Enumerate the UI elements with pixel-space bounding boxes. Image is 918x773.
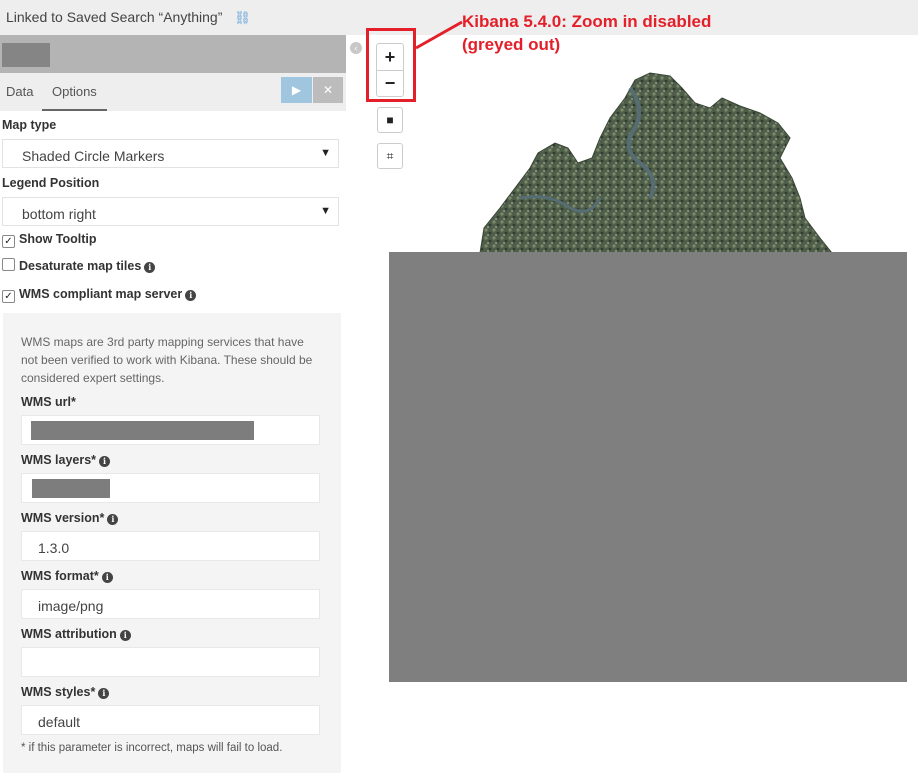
info-icon: i bbox=[101, 572, 113, 583]
wms-compliant-label: WMS compliant map server bbox=[19, 287, 183, 301]
annotation-line-1: Kibana 5.4.0: Zoom in disabled bbox=[462, 12, 712, 31]
collapse-sidebar-icon[interactable]: ‹ bbox=[350, 42, 362, 54]
info-icon: i bbox=[185, 290, 197, 301]
chevron-down-icon: ▼ bbox=[320, 205, 331, 217]
annotation-highlight-box bbox=[366, 28, 416, 102]
wms-styles-label: WMS styles* i bbox=[21, 685, 110, 699]
wms-attribution-label: WMS attribution i bbox=[21, 627, 131, 641]
wms-format-input[interactable]: image/png bbox=[21, 589, 320, 619]
redacted-value bbox=[31, 421, 254, 440]
linked-search-text: Linked to Saved Search “Anything” bbox=[6, 9, 223, 25]
map-type-select[interactable]: Shaded Circle Markers ▼ bbox=[2, 139, 339, 168]
map-tiles bbox=[479, 72, 834, 254]
crop-icon: ⌗ bbox=[386, 149, 394, 163]
info-icon: i bbox=[119, 630, 131, 641]
desaturate-option[interactable]: Desaturate map tiles i bbox=[2, 258, 156, 273]
wms-styles-input[interactable]: default bbox=[21, 705, 320, 735]
info-icon: i bbox=[107, 514, 119, 525]
redacted-title bbox=[2, 43, 50, 67]
vis-title-bar bbox=[0, 35, 346, 73]
wms-layers-label: WMS layers* i bbox=[21, 453, 111, 467]
wms-version-label: WMS version* i bbox=[21, 511, 119, 525]
wms-footnote: * if this parameter is incorrect, maps w… bbox=[21, 742, 283, 754]
fit-bounds-button[interactable]: ⌗ bbox=[377, 143, 403, 169]
wms-attribution-input[interactable] bbox=[21, 647, 320, 677]
wms-url-input[interactable] bbox=[21, 415, 320, 445]
wms-compliant-checkbox[interactable]: ✓ bbox=[2, 290, 15, 303]
tab-data[interactable]: Data bbox=[6, 84, 33, 99]
legend-position-value: bottom right bbox=[22, 206, 96, 222]
wms-compliant-option[interactable]: ✓ WMS compliant map server i bbox=[2, 287, 197, 303]
wms-description: WMS maps are 3rd party mapping services … bbox=[21, 335, 313, 385]
desaturate-label: Desaturate map tiles bbox=[19, 259, 142, 273]
apply-changes-button[interactable]: ▶ bbox=[281, 77, 312, 103]
draw-rectangle-button[interactable]: ■ bbox=[377, 107, 403, 133]
map-type-value: Shaded Circle Markers bbox=[22, 148, 165, 164]
show-tooltip-option[interactable]: ✓ Show Tooltip bbox=[2, 232, 97, 248]
info-icon: i bbox=[98, 688, 110, 699]
square-icon: ■ bbox=[386, 113, 394, 127]
show-tooltip-checkbox[interactable]: ✓ bbox=[2, 235, 15, 248]
discard-changes-button[interactable]: ✕ bbox=[313, 77, 343, 103]
annotation-text: Kibana 5.4.0: Zoom in disabled (greyed o… bbox=[462, 10, 711, 56]
info-icon: i bbox=[144, 262, 156, 273]
annotation-line-2: (greyed out) bbox=[462, 35, 561, 54]
info-icon: i bbox=[99, 456, 111, 467]
annotation-pointer-line bbox=[415, 20, 463, 50]
legend-position-select[interactable]: bottom right ▼ bbox=[2, 197, 339, 226]
wms-layer-overlay bbox=[389, 252, 907, 682]
wms-layers-input[interactable] bbox=[21, 473, 320, 503]
wms-url-label: WMS url* bbox=[21, 395, 76, 409]
unlink-icon[interactable]: ⛓ bbox=[234, 10, 251, 25]
desaturate-checkbox[interactable] bbox=[2, 258, 15, 271]
chevron-down-icon: ▼ bbox=[320, 147, 331, 159]
wms-version-input[interactable]: 1.3.0 bbox=[21, 531, 320, 561]
close-icon: ✕ bbox=[322, 83, 334, 97]
wms-format-label: WMS format* i bbox=[21, 569, 113, 583]
redacted-value bbox=[32, 479, 110, 498]
legend-position-label: Legend Position bbox=[2, 176, 100, 190]
map-type-label: Map type bbox=[2, 118, 57, 132]
tab-options[interactable]: Options bbox=[42, 84, 107, 111]
show-tooltip-label: Show Tooltip bbox=[19, 232, 97, 246]
play-icon: ▶ bbox=[291, 83, 302, 97]
